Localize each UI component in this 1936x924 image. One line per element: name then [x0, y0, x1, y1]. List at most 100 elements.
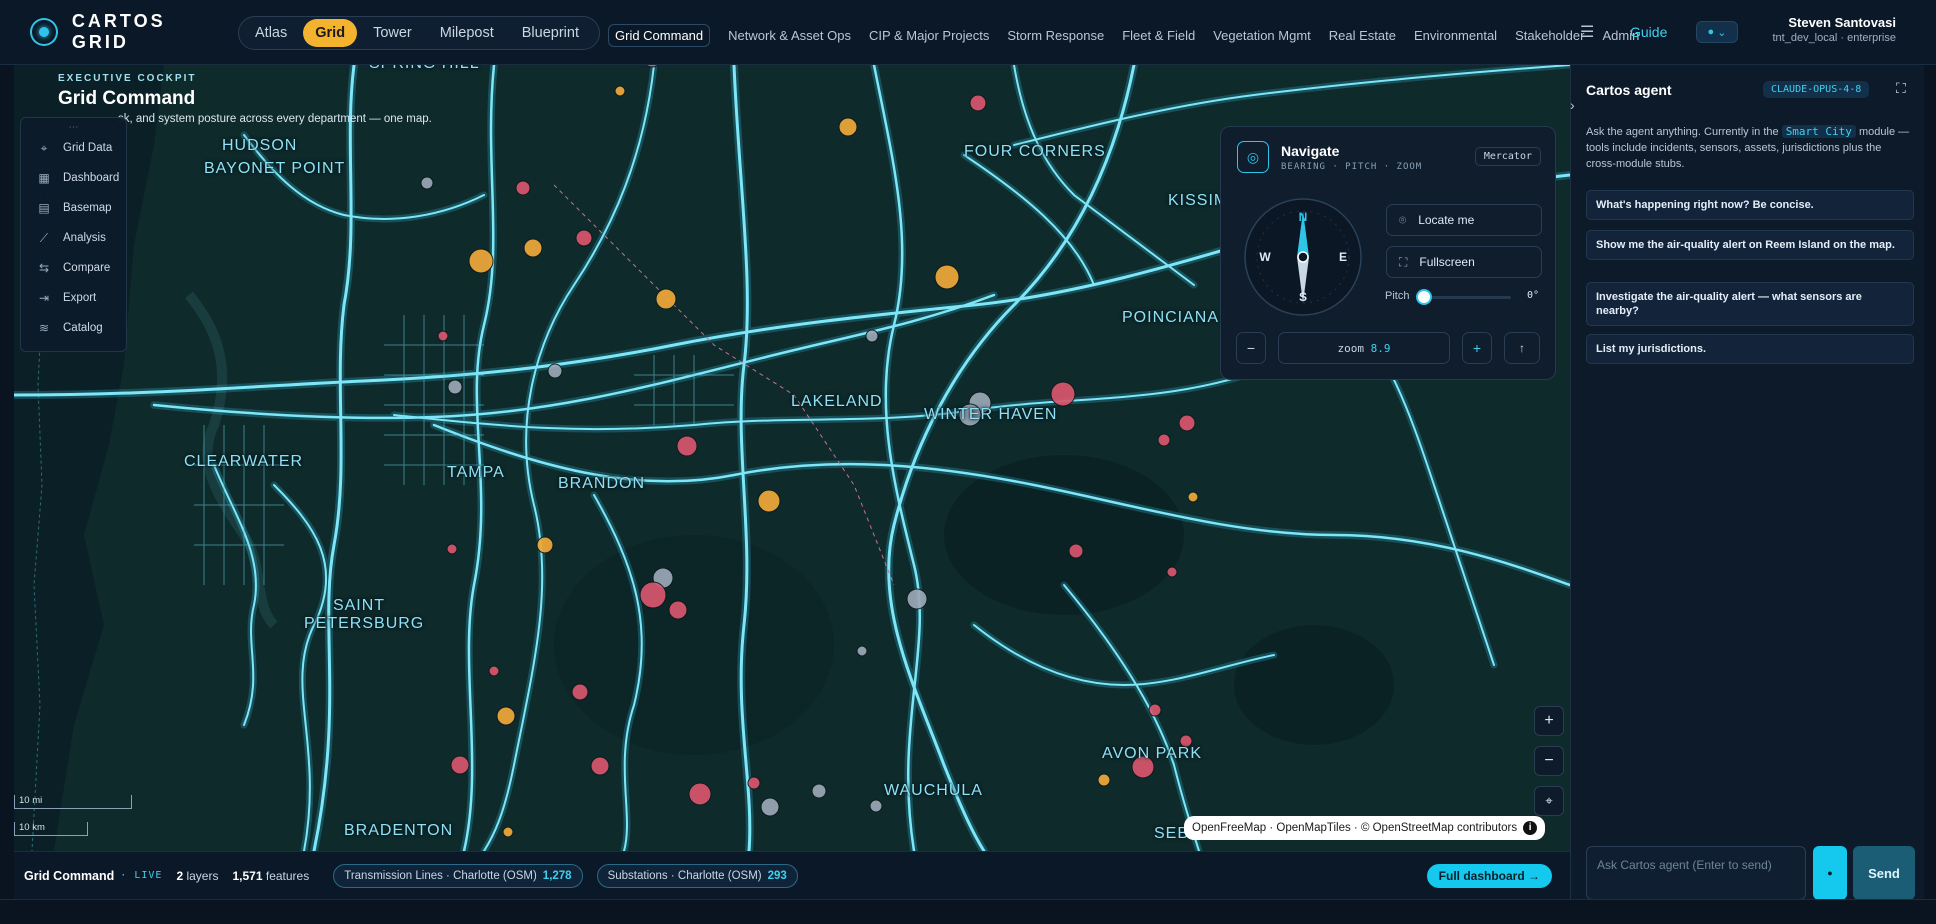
user-menu[interactable]: Steven Santovasi tnt_dev_local · enterpr…: [1772, 15, 1896, 44]
zoom-in-button[interactable]: +: [1462, 332, 1492, 364]
suggestion-chip[interactable]: What's happening right now? Be concise.: [1586, 190, 1914, 220]
substation-marker[interactable]: [523, 238, 543, 258]
zoom-value: 8.9: [1370, 341, 1391, 355]
substation-marker[interactable]: [420, 176, 434, 190]
info-icon[interactable]: i: [1523, 821, 1538, 835]
layer-chip-transmission[interactable]: Transmission Lines · Charlotte (OSM) 1,27…: [333, 863, 583, 888]
substation-marker[interactable]: [496, 706, 516, 726]
substation-marker[interactable]: [1187, 491, 1199, 503]
substation-marker[interactable]: [571, 683, 589, 701]
status-dropdown[interactable]: ● ⌄: [1696, 21, 1738, 43]
tool-catalog[interactable]: ≋ Catalog: [21, 313, 126, 343]
tab-vegetation-mgmt[interactable]: Vegetation Mgmt: [1213, 28, 1311, 43]
substation-marker[interactable]: [1068, 543, 1084, 559]
suggestion-chip[interactable]: List my jurisdictions.: [1586, 334, 1914, 364]
guide-link[interactable]: Guide: [1630, 24, 1667, 40]
tab-real-estate[interactable]: Real Estate: [1329, 28, 1396, 43]
compass-hub: [1297, 251, 1309, 263]
compass-dial[interactable]: N S E W: [1243, 197, 1363, 317]
substation-marker[interactable]: [655, 288, 677, 310]
substation-marker[interactable]: [760, 797, 780, 817]
substation-marker[interactable]: [811, 783, 827, 799]
drag-handle-icon[interactable]: ⋯: [21, 122, 126, 133]
tool-dashboard[interactable]: ▦ Dashboard: [21, 163, 126, 193]
map-label: BAYONET POINT: [204, 160, 346, 177]
layer-chip-label: Substations · Charlotte (OSM): [607, 869, 762, 882]
substation-marker[interactable]: [1148, 703, 1162, 717]
layer-chip-substations[interactable]: Substations · Charlotte (OSM) 293: [596, 863, 798, 888]
substation-marker[interactable]: [906, 588, 928, 610]
substation-marker[interactable]: [447, 379, 463, 395]
tab-grid-command[interactable]: Grid Command: [608, 24, 711, 47]
substation-marker[interactable]: [838, 117, 858, 137]
agent-input[interactable]: Ask Cartos agent (Enter to send): [1586, 846, 1806, 900]
substation-marker[interactable]: [536, 536, 554, 554]
fullscreen-button[interactable]: ⛶ Fullscreen: [1386, 246, 1542, 278]
tool-export[interactable]: ⇥ Export: [21, 283, 126, 313]
pitch-slider-track[interactable]: [1421, 296, 1511, 299]
substation-marker[interactable]: [676, 435, 698, 457]
tool-analysis[interactable]: ⟋ Analysis: [21, 223, 126, 253]
reset-north-button[interactable]: ↑: [1504, 332, 1540, 364]
substation-marker[interactable]: [575, 229, 593, 247]
tool-compare[interactable]: ⇆ Compare: [21, 253, 126, 283]
segment-atlas[interactable]: Atlas: [243, 19, 299, 47]
substation-marker[interactable]: [446, 543, 458, 555]
brand[interactable]: CARTOS GRID: [30, 11, 230, 53]
map-zoom-out-button[interactable]: −: [1534, 746, 1564, 776]
tool-basemap[interactable]: ▤ Basemap: [21, 193, 126, 223]
projection-select[interactable]: Mercator: [1474, 147, 1541, 166]
voice-input-icon[interactable]: ●: [1813, 846, 1847, 900]
compass-w: W: [1259, 250, 1271, 264]
substation-marker[interactable]: [502, 826, 514, 838]
substation-marker[interactable]: [1178, 414, 1196, 432]
send-button[interactable]: Send: [1853, 846, 1915, 900]
suggestion-chip[interactable]: Investigate the air-quality alert — what…: [1586, 282, 1914, 326]
substation-marker[interactable]: [515, 180, 531, 196]
tool-grid-data[interactable]: ⌖ Grid Data: [21, 133, 126, 163]
map-zoom-in-button[interactable]: +: [1534, 706, 1564, 736]
substation-marker[interactable]: [1166, 566, 1178, 578]
tab-storm-response[interactable]: Storm Response: [1007, 28, 1104, 43]
substation-marker[interactable]: [934, 264, 960, 290]
substation-marker[interactable]: [1050, 381, 1076, 407]
tab-environmental[interactable]: Environmental: [1414, 28, 1497, 43]
tab-network-asset-ops[interactable]: Network & Asset Ops: [728, 28, 851, 43]
substation-marker[interactable]: [688, 782, 712, 806]
suggestion-chip[interactable]: Show me the air-quality alert on Reem Is…: [1586, 230, 1914, 260]
substation-marker[interactable]: [450, 755, 470, 775]
substation-marker[interactable]: [757, 489, 781, 513]
substation-marker[interactable]: [437, 330, 449, 342]
expand-icon[interactable]: ⛶: [1896, 80, 1906, 97]
collapse-panel-icon[interactable]: ›: [1570, 97, 1575, 113]
segment-milepost[interactable]: Milepost: [428, 19, 506, 47]
substation-marker[interactable]: [1157, 433, 1171, 447]
substation-marker[interactable]: [547, 363, 563, 379]
model-badge[interactable]: CLAUDE-OPUS-4-8: [1763, 81, 1870, 98]
substation-marker[interactable]: [639, 581, 667, 609]
substation-marker[interactable]: [614, 85, 626, 97]
pitch-slider-handle[interactable]: [1416, 289, 1432, 305]
tab-cip-major-projects[interactable]: CIP & Major Projects: [869, 28, 989, 43]
map-locate-icon[interactable]: ⌖: [1534, 786, 1564, 816]
segment-blueprint[interactable]: Blueprint: [510, 19, 591, 47]
substation-marker[interactable]: [747, 776, 761, 790]
segment-grid[interactable]: Grid: [303, 19, 358, 47]
locate-me-button[interactable]: ⌾ Locate me: [1386, 204, 1542, 236]
tab-stakeholder[interactable]: Stakeholder: [1515, 28, 1584, 43]
product-switcher: Atlas Grid Tower Milepost Blueprint: [238, 16, 600, 50]
substation-marker[interactable]: [590, 756, 610, 776]
substation-marker[interactable]: [1097, 773, 1111, 787]
segment-tower[interactable]: Tower: [361, 19, 424, 47]
substation-marker[interactable]: [969, 94, 987, 112]
substation-marker[interactable]: [488, 665, 500, 677]
tab-fleet-field[interactable]: Fleet & Field: [1122, 28, 1195, 43]
substation-marker[interactable]: [869, 799, 883, 813]
substation-marker[interactable]: [865, 329, 879, 343]
hamburger-icon[interactable]: ☰: [1580, 22, 1594, 42]
substation-marker[interactable]: [856, 645, 868, 657]
zoom-out-button[interactable]: −: [1236, 332, 1266, 364]
substation-marker[interactable]: [468, 248, 494, 274]
substation-marker[interactable]: [668, 600, 688, 620]
full-dashboard-button[interactable]: Full dashboard →: [1426, 864, 1552, 888]
